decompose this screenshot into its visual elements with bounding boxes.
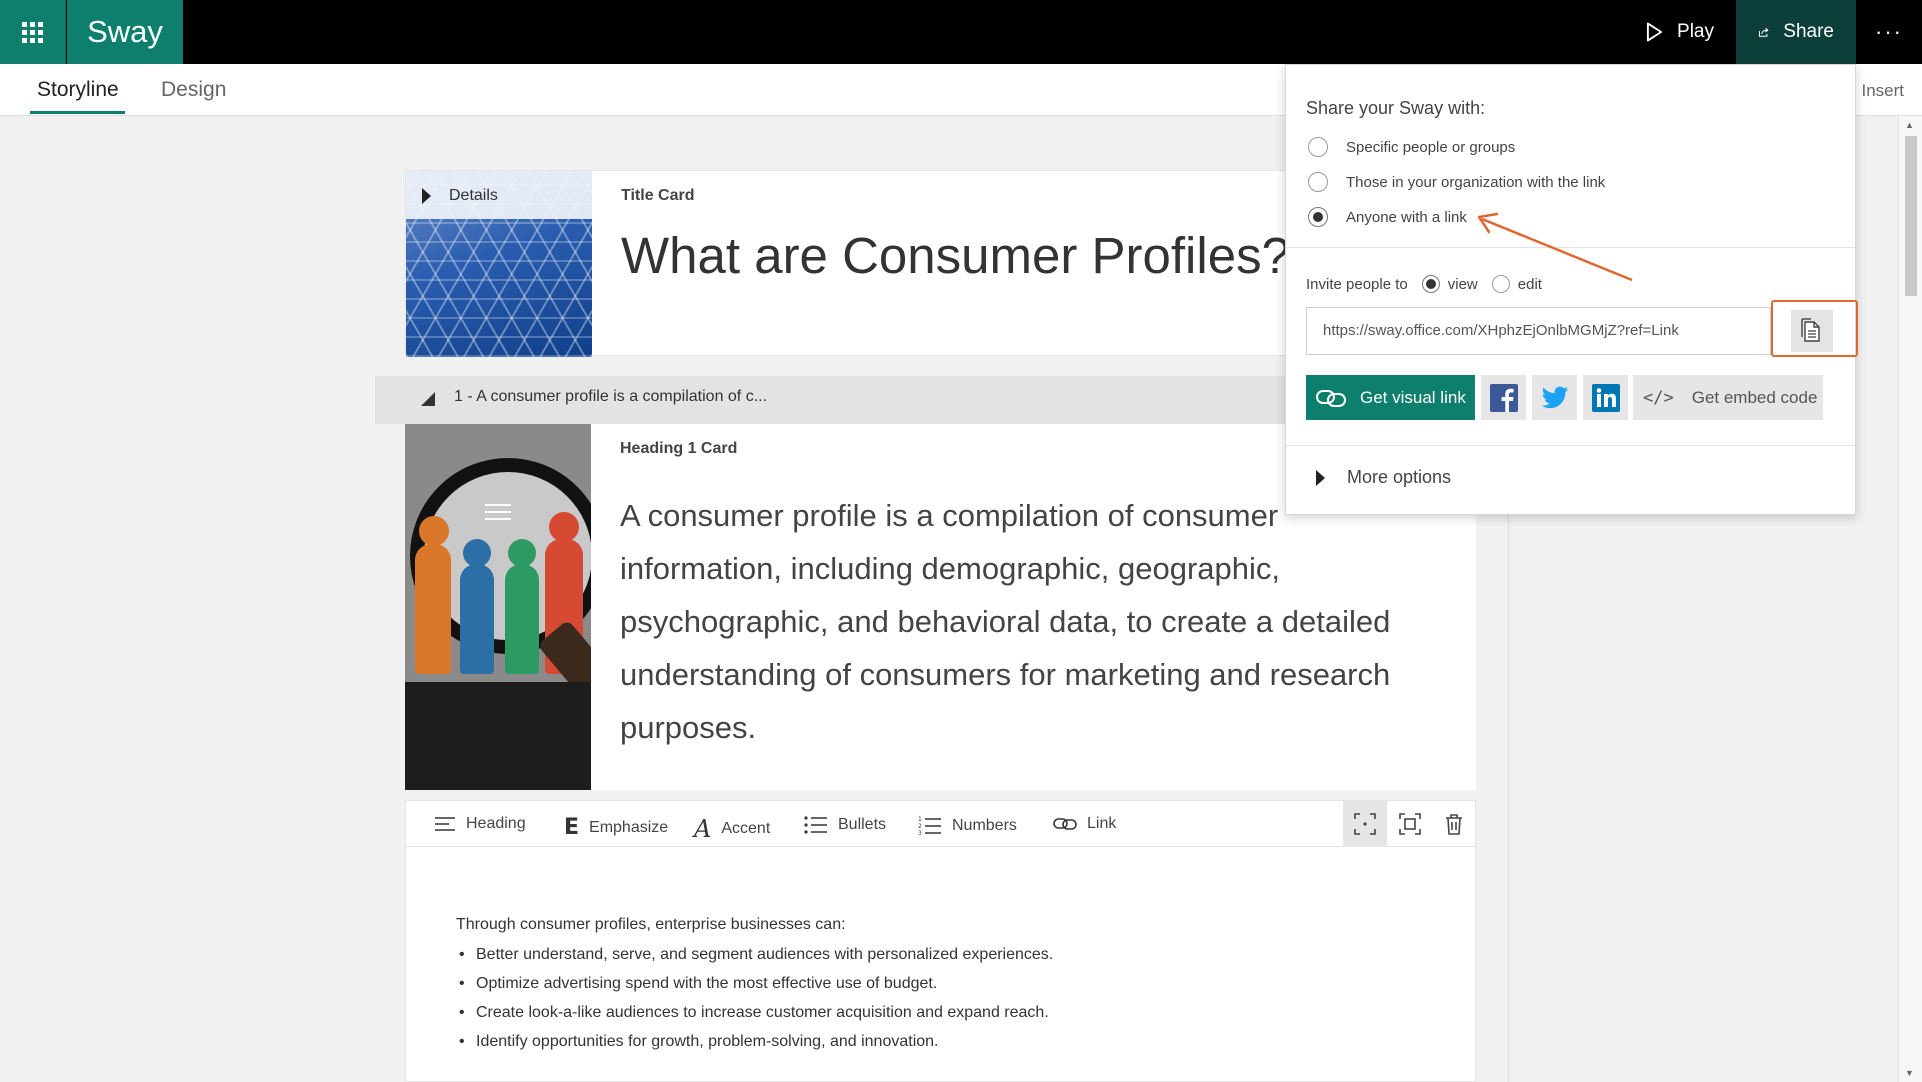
facebook-button[interactable] [1481, 375, 1526, 420]
emphasize-tool-button[interactable]: E Emphasize [564, 815, 668, 840]
bullets-tool-button[interactable]: Bullets [804, 815, 886, 835]
list-item: Create look-a-like audiences to increase… [456, 1004, 1053, 1022]
share-panel-title: Share your Sway with: [1306, 98, 1486, 118]
linkedin-button[interactable] [1583, 375, 1628, 420]
list-item: Identify opportunities for growth, probl… [456, 1033, 1053, 1051]
share-option-specific[interactable]: Specific people or groups [1308, 137, 1515, 157]
play-icon [1646, 22, 1663, 42]
list-item: Optimize advertising spend with the most… [456, 975, 1053, 993]
invite-label: Invite people to [1306, 275, 1408, 293]
editor-body[interactable]: Through consumer profiles, enterprise bu… [456, 916, 1053, 1062]
get-embed-code-button[interactable]: </> Get embed code [1633, 375, 1823, 420]
details-toggle[interactable]: Details [422, 187, 498, 205]
twitter-icon [1541, 386, 1568, 408]
link-tool-button[interactable]: Link [1053, 815, 1116, 833]
section-label: 1 - A consumer profile is a compilation … [454, 388, 768, 405]
share-label: Share [1783, 21, 1834, 42]
trash-icon [1446, 814, 1462, 835]
scroll-up-icon[interactable]: ▲ [1905, 120, 1914, 130]
twitter-button[interactable] [1532, 375, 1577, 420]
bullets-icon [804, 816, 827, 834]
visual-link-icon [1316, 389, 1346, 407]
radio-button-selected[interactable] [1308, 207, 1328, 227]
heading-icon [435, 817, 455, 831]
numbers-icon: 123 [918, 816, 941, 837]
invite-edit-option[interactable]: edit [1491, 275, 1542, 293]
text-editor-card[interactable]: Heading E Emphasize A Accent Bullets 123… [405, 800, 1477, 1082]
insert-button[interactable]: Insert [1861, 81, 1904, 101]
details-label: Details [449, 187, 498, 204]
app-launcher-button[interactable] [0, 0, 66, 64]
heading-card-image[interactable] [405, 424, 591, 790]
play-label: Play [1677, 21, 1714, 42]
magnifier-photo [405, 424, 591, 682]
focus-point-button[interactable] [1343, 801, 1387, 847]
format-toolbar: Heading E Emphasize A Accent Bullets 123… [406, 801, 1477, 847]
copy-button-highlight [1771, 300, 1858, 357]
title-card-image[interactable]: Details [406, 171, 592, 357]
linkedin-icon [1591, 383, 1620, 412]
focus-point-icon [1354, 813, 1376, 835]
more-options-toggle[interactable]: More options [1316, 467, 1451, 488]
expand-icon [422, 188, 431, 204]
editor-intro: Through consumer profiles, enterprise bu… [456, 916, 846, 933]
accent-tool-button[interactable]: A Accent [694, 815, 770, 843]
radio-button-selected[interactable] [1421, 275, 1440, 293]
collapse-icon[interactable] [421, 392, 435, 406]
active-tab-indicator [30, 111, 125, 114]
share-panel: Share your Sway with: Specific people or… [1285, 64, 1856, 515]
radio-button[interactable] [1308, 137, 1328, 157]
embed-code-icon: </> [1643, 387, 1674, 408]
share-option-organization[interactable]: Those in your organization with the link [1308, 172, 1605, 192]
link-icon [1053, 818, 1077, 830]
expand-icon [1316, 469, 1325, 486]
play-button[interactable]: Play [1624, 0, 1736, 64]
top-bar: Sway Play Share ··· [0, 0, 1922, 64]
title-card-text[interactable]: What are Consumer Profiles? [621, 226, 1290, 285]
waffle-icon [22, 21, 43, 43]
heading-card-label: Heading 1 Card [620, 440, 738, 457]
fit-icon [1399, 813, 1421, 835]
app-brand[interactable]: Sway [67, 0, 183, 64]
emphasize-icon: E [564, 815, 580, 840]
fit-button[interactable] [1388, 801, 1432, 847]
title-card-label: Title Card [621, 187, 695, 204]
top-actions: Play Share ··· [1624, 0, 1922, 64]
svg-text:3: 3 [918, 830, 922, 837]
facebook-icon [1489, 383, 1518, 412]
vertical-scrollbar[interactable]: ▲ ▼ [1898, 116, 1922, 1082]
share-link-field[interactable]: https://sway.office.com/XHphzEjOnlbMGMjZ… [1306, 307, 1771, 355]
radio-button[interactable] [1308, 172, 1328, 192]
svg-text:2: 2 [918, 823, 922, 830]
numbers-tool-button[interactable]: 123 Numbers [918, 815, 1017, 837]
share-button[interactable]: Share [1736, 0, 1856, 64]
share-icon [1758, 27, 1769, 37]
invite-view-option[interactable]: view [1421, 275, 1478, 293]
scroll-thumb[interactable] [1905, 136, 1917, 296]
more-button[interactable]: ··· [1856, 0, 1922, 64]
tab-storyline[interactable]: Storyline [37, 78, 119, 102]
share-option-anyone[interactable]: Anyone with a link [1308, 207, 1467, 227]
svg-text:1: 1 [918, 816, 922, 823]
list-item: Better understand, serve, and segment au… [456, 946, 1053, 964]
accent-icon: A [694, 815, 712, 843]
share-actions: Get visual link </> Get embed code [1306, 375, 1823, 420]
scroll-down-icon[interactable]: ▼ [1905, 1068, 1914, 1078]
card-menu-icon[interactable] [485, 504, 511, 525]
invite-permission-row: Invite people to view edit [1306, 275, 1542, 293]
radio-button[interactable] [1491, 275, 1510, 293]
heading-card-text[interactable]: A consumer profile is a compilation of c… [620, 489, 1440, 754]
heading-tool-button[interactable]: Heading [434, 815, 526, 833]
get-visual-link-button[interactable]: Get visual link [1306, 375, 1475, 420]
tab-design[interactable]: Design [161, 78, 226, 102]
delete-button[interactable] [1432, 801, 1476, 847]
